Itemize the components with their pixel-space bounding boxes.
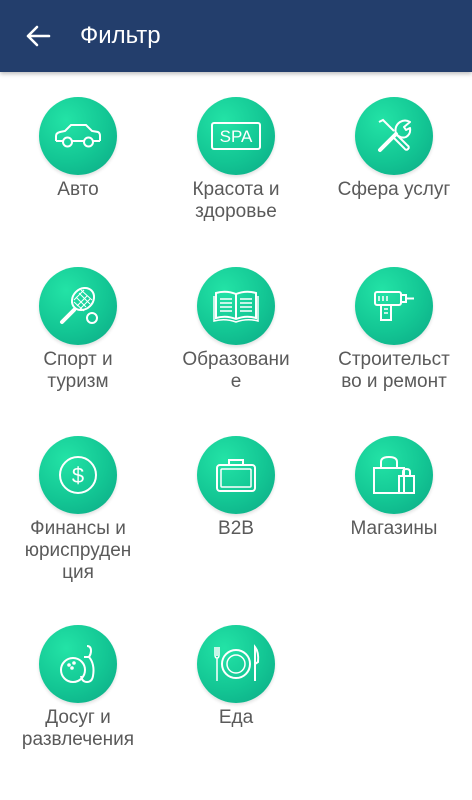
shopping-bags-icon [373, 455, 415, 494]
coin-icon-text: $ [72, 463, 84, 488]
category-icon-circle [39, 267, 117, 345]
category-education[interactable]: Образовани е [158, 267, 314, 437]
category-label: Финансы и юриспруден ция [24, 518, 132, 583]
category-label: Спорт и туризм [43, 349, 113, 392]
category-icon-circle: $ [39, 436, 117, 514]
page-title: Фильтр [80, 22, 161, 49]
spa-icon: SPA [211, 122, 261, 150]
category-label: Авто [57, 179, 99, 200]
category-label: Образовани е [182, 349, 290, 392]
category-label: Строительст во и ремонт [338, 349, 450, 392]
drill-icon [374, 291, 414, 321]
coin-icon: $ [59, 456, 97, 494]
category-icon-circle [355, 97, 433, 175]
category-icon-circle [197, 267, 275, 345]
category-shops[interactable]: Магазины [316, 436, 472, 606]
category-icon-circle: SPA [197, 97, 275, 175]
category-b2b[interactable]: B2B [158, 436, 314, 606]
book-icon [213, 290, 259, 323]
category-label: Магазины [350, 518, 438, 539]
category-label: Еда [218, 707, 254, 728]
category-food[interactable]: Еда [158, 625, 314, 795]
app-bar: Фильтр [0, 0, 472, 72]
back-button[interactable] [20, 18, 56, 54]
briefcase-icon [216, 459, 256, 492]
category-label: Сфера услуг [337, 179, 451, 200]
car-icon [55, 124, 101, 148]
category-icon-circle [355, 436, 433, 514]
category-leisure[interactable]: Досуг и развлечения [0, 625, 156, 795]
category-icon-circle [39, 625, 117, 703]
category-beauty-health[interactable]: SPA Красота и здоровье [158, 97, 314, 267]
category-auto[interactable]: Авто [0, 97, 156, 267]
category-icon-circle [197, 436, 275, 514]
category-icon-circle [355, 267, 433, 345]
tennis-icon [60, 286, 98, 324]
tools-icon [378, 118, 412, 152]
arrow-left-icon [26, 25, 51, 47]
category-label: Досуг и развлечения [21, 707, 135, 750]
category-sport-tourism[interactable]: Спорт и туризм [0, 267, 156, 437]
category-finance-law[interactable]: $ Финансы и юриспруден ция [0, 436, 156, 606]
spa-icon-text: SPA [220, 127, 253, 146]
category-services[interactable]: Сфера услуг [316, 97, 472, 267]
category-construction[interactable]: Строительст во и ремонт [316, 267, 472, 437]
category-icon-circle [197, 625, 275, 703]
bowling-icon [60, 645, 95, 684]
category-label: B2B [218, 518, 254, 539]
category-icon-circle [39, 97, 117, 175]
plate-icon [214, 644, 260, 681]
category-label: Красота и здоровье [192, 179, 280, 222]
